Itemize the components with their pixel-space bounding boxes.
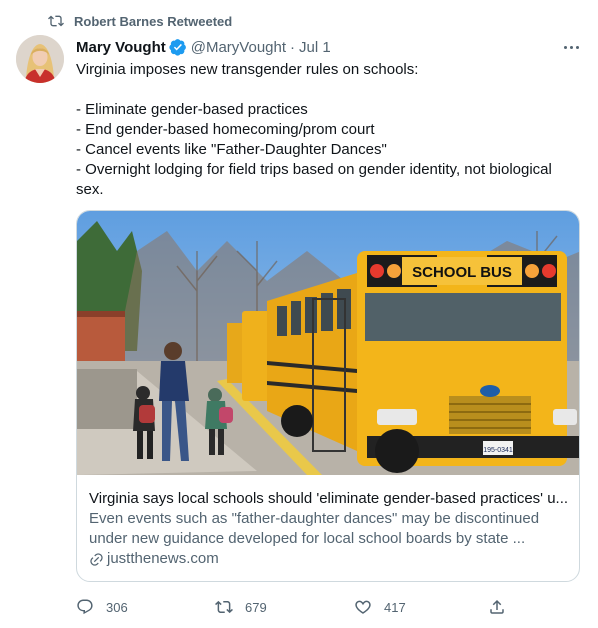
reply-icon [77,599,93,615]
card-domain-text: justthenews.com [107,550,219,567]
card-title[interactable]: Virginia says local schools should 'elim… [89,489,567,509]
card-domain[interactable]: justthenews.com [89,549,567,569]
share-icon [490,599,504,614]
link-card[interactable]: SCHOOL BUS 195-0341 Virginia says local … [76,210,580,582]
card-image: SCHOOL BUS 195-0341 [77,211,579,475]
share-button[interactable] [488,598,506,616]
more-options-button[interactable] [560,38,582,56]
card-description-line: Even events such as "father-daughter dan… [89,510,540,527]
author-name[interactable]: Mary Vought [76,39,166,56]
tweet-text: Virginia imposes new transgender rules o… [76,60,576,200]
retweet-count: 679 [245,599,267,615]
retweet-icon [215,600,233,614]
retweet-label: Robert Barnes Retweeted [74,13,233,29]
tweet-text-line: - Cancel events like "Father-Daughter Da… [76,141,387,158]
tweet-date[interactable]: Jul 1 [299,39,331,56]
retweet-button[interactable]: 679 [215,598,354,616]
bus-sign-text: SCHOOL BUS [412,264,512,281]
heart-icon [355,600,371,614]
reply-count: 306 [106,599,128,615]
tweet-text-line: - Overnight lodging for field trips base… [76,161,552,178]
verified-badge-icon [169,39,186,56]
more-dots-icon [563,45,567,49]
reply-button[interactable]: 306 [76,598,215,616]
tweet-text-line: Virginia imposes new transgender rules o… [76,61,419,78]
link-icon [90,552,103,566]
card-body: Virginia says local schools should 'elim… [89,489,567,569]
tweet-text-line: - Eliminate gender-based practices [76,101,308,118]
author-handle[interactable]: @MaryVought [191,39,286,56]
tweet-text-line: sex. [76,181,104,198]
retweet-context[interactable]: Robert Barnes Retweeted [48,12,232,30]
card-description-line: under new guidance developed for local s… [89,530,526,547]
tweet-text-line: - End gender-based homecoming/prom court [76,121,375,138]
like-count: 417 [384,599,406,615]
like-button[interactable]: 417 [354,598,493,616]
retweet-icon [48,15,64,27]
avatar[interactable] [16,35,64,83]
tweet-actions: 306 679 417 [76,596,506,618]
tweet-text-blank-line [76,80,576,100]
tweet-header: Mary Vought @MaryVought · Jul 1 [76,37,582,57]
bus-plate-text: 195-0341 [483,447,513,454]
separator-dot: · [290,38,296,56]
